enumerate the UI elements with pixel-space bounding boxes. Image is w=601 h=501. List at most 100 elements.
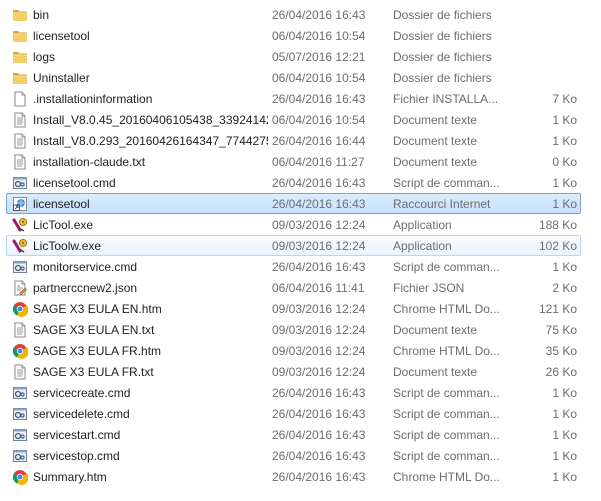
document-icon xyxy=(12,91,28,107)
cmd-script-icon xyxy=(12,259,28,275)
file-name: partnerccnew2.json xyxy=(33,281,138,295)
text-file-icon xyxy=(12,322,28,338)
file-date: 06/04/2016 10:54 xyxy=(272,71,366,85)
file-name: SAGE X3 EULA FR.txt xyxy=(33,365,154,379)
cmd-script-icon xyxy=(12,448,28,464)
file-date: 06/04/2016 11:27 xyxy=(272,155,365,169)
file-row[interactable]: licensetool 06/04/2016 10:54 Dossier de fi… xyxy=(6,25,581,46)
text-file-icon xyxy=(12,364,28,380)
file-size: 121 Ko xyxy=(538,302,577,316)
file-type: Dossier de fichiers xyxy=(393,71,492,85)
file-row[interactable]: servicestop.cmd 26/04/2016 16:43 Script de… xyxy=(6,445,581,466)
file-row[interactable]: licensetool 26/04/2016 16:43 Raccourci Int… xyxy=(6,193,581,214)
file-date: 26/04/2016 16:43 xyxy=(272,428,366,442)
file-date: 05/07/2016 12:21 xyxy=(272,50,366,64)
file-date: 06/04/2016 10:54 xyxy=(272,29,366,43)
file-name: LicTool.exe xyxy=(33,218,94,232)
file-size: 1 Ko xyxy=(552,449,577,463)
file-type: Application xyxy=(393,218,452,232)
file-date: 26/04/2016 16:43 xyxy=(272,407,366,421)
file-type: Document texte xyxy=(393,323,478,337)
file-name: licensetool.cmd xyxy=(33,176,116,190)
file-name: SAGE X3 EULA EN.htm xyxy=(33,302,162,316)
file-date: 06/04/2016 10:54 xyxy=(272,113,366,127)
file-row[interactable]: .installationinformation 26/04/2016 16:43… xyxy=(6,88,581,109)
file-date: 09/03/2016 12:24 xyxy=(272,323,366,337)
file-row[interactable]: licensetool.cmd 26/04/2016 16:43 Script de… xyxy=(6,172,581,193)
file-row[interactable]: logs 05/07/2016 12:21 Dossier de fichiers xyxy=(6,46,581,67)
file-row[interactable]: servicecreate.cmd 26/04/2016 16:43 Script … xyxy=(6,382,581,403)
cmd-script-icon xyxy=(12,175,28,191)
file-row[interactable]: Summary.htm 26/04/2016 16:43 Chrome HTML D… xyxy=(6,466,581,487)
file-size: 102 Ko xyxy=(538,239,577,253)
file-size: 75 Ko xyxy=(545,323,577,337)
file-name: servicedelete.cmd xyxy=(33,407,130,421)
file-name: monitorservice.cmd xyxy=(33,260,138,274)
file-row[interactable]: LicTool.exe 09/03/2016 12:24 Application 18… xyxy=(6,214,581,235)
cmd-script-icon xyxy=(12,385,28,401)
file-type: Script de comman... xyxy=(393,386,500,400)
file-name: servicecreate.cmd xyxy=(33,386,131,400)
file-name: installation-claude.txt xyxy=(33,155,146,169)
file-date: 06/04/2016 11:41 xyxy=(272,281,365,295)
file-row[interactable]: SAGE X3 EULA EN.txt 09/03/2016 12:24 Docum… xyxy=(6,319,581,340)
folder-icon xyxy=(12,7,28,23)
text-file-icon xyxy=(12,133,28,149)
file-date: 09/03/2016 12:24 xyxy=(272,239,366,253)
chrome-icon xyxy=(12,343,28,359)
file-date: 26/04/2016 16:43 xyxy=(272,176,366,190)
file-row[interactable]: servicedelete.cmd 26/04/2016 16:43 Script … xyxy=(6,403,581,424)
file-date: 09/03/2016 12:24 xyxy=(272,344,366,358)
file-row[interactable]: monitorservice.cmd 26/04/2016 16:43 Script… xyxy=(6,256,581,277)
file-type: Chrome HTML Do... xyxy=(393,344,500,358)
file-date: 26/04/2016 16:43 xyxy=(272,260,366,274)
file-date: 26/04/2016 16:43 xyxy=(272,386,366,400)
file-name: licensetool xyxy=(33,29,90,43)
file-row[interactable]: SAGE X3 EULA FR.htm 09/03/2016 12:24 Chrom… xyxy=(6,340,581,361)
file-row[interactable]: servicestart.cmd 26/04/2016 16:43 Script d… xyxy=(6,424,581,445)
file-type: Document texte xyxy=(393,155,478,169)
file-row[interactable]: SAGE X3 EULA EN.htm 09/03/2016 12:24 Chrom… xyxy=(6,298,581,319)
file-size: 1 Ko xyxy=(552,113,577,127)
file-size: 1 Ko xyxy=(552,386,577,400)
file-row[interactable]: SAGE X3 EULA FR.txt 09/03/2016 12:24 Docum… xyxy=(6,361,581,382)
file-type: Script de comman... xyxy=(393,428,500,442)
file-name: licensetool xyxy=(33,197,90,211)
file-type: Fichier JSON xyxy=(393,281,465,295)
file-name: SAGE X3 EULA FR.htm xyxy=(33,344,162,358)
json-file-icon xyxy=(12,280,28,296)
file-type: Raccourci Internet xyxy=(393,197,491,211)
file-type: Chrome HTML Do... xyxy=(393,302,500,316)
file-row[interactable]: partnerccnew2.json 06/04/2016 11:41 Fichie… xyxy=(6,277,581,298)
file-row[interactable]: Uninstaller 06/04/2016 10:54 Dossier de fi… xyxy=(6,67,581,88)
file-type: Document texte xyxy=(393,365,478,379)
file-size: 188 Ko xyxy=(538,218,577,232)
file-name: Install_V8.0.45_20160406105438_339241428… xyxy=(33,113,268,127)
chrome-icon xyxy=(12,301,28,317)
file-type: Application xyxy=(393,239,452,253)
file-row[interactable]: installation-claude.txt 06/04/2016 11:27 D… xyxy=(6,151,581,172)
file-size: 1 Ko xyxy=(552,134,577,148)
file-row[interactable]: LicToolw.exe 09/03/2016 12:24 Application 1… xyxy=(6,235,581,256)
file-row[interactable]: Install_V8.0.45_20160406105438_339241428… xyxy=(6,109,581,130)
file-size: 26 Ko xyxy=(545,365,577,379)
file-date: 26/04/2016 16:43 xyxy=(272,8,366,22)
file-date: 26/04/2016 16:43 xyxy=(272,197,366,211)
cmd-script-icon xyxy=(12,406,28,422)
file-name: Uninstaller xyxy=(33,71,90,85)
file-name: Summary.htm xyxy=(33,470,107,484)
folder-icon xyxy=(12,49,28,65)
file-row[interactable]: Install_V8.0.293_20160426164347_7744275.… xyxy=(6,130,581,151)
file-name: bin xyxy=(33,8,50,22)
folder-icon xyxy=(12,28,28,44)
file-date: 09/03/2016 12:24 xyxy=(272,302,366,316)
file-list: bin 26/04/2016 16:43 Dossier de fichiers li… xyxy=(0,4,601,487)
file-type: Dossier de fichiers xyxy=(393,50,492,64)
file-size: 7 Ko xyxy=(552,92,577,106)
file-date: 26/04/2016 16:43 xyxy=(272,470,366,484)
file-name: servicestart.cmd xyxy=(33,428,121,442)
file-row[interactable]: bin 26/04/2016 16:43 Dossier de fichiers xyxy=(6,4,581,25)
file-size: 0 Ko xyxy=(552,155,577,169)
file-type: Script de comman... xyxy=(393,407,500,421)
file-date: 09/03/2016 12:24 xyxy=(272,365,366,379)
